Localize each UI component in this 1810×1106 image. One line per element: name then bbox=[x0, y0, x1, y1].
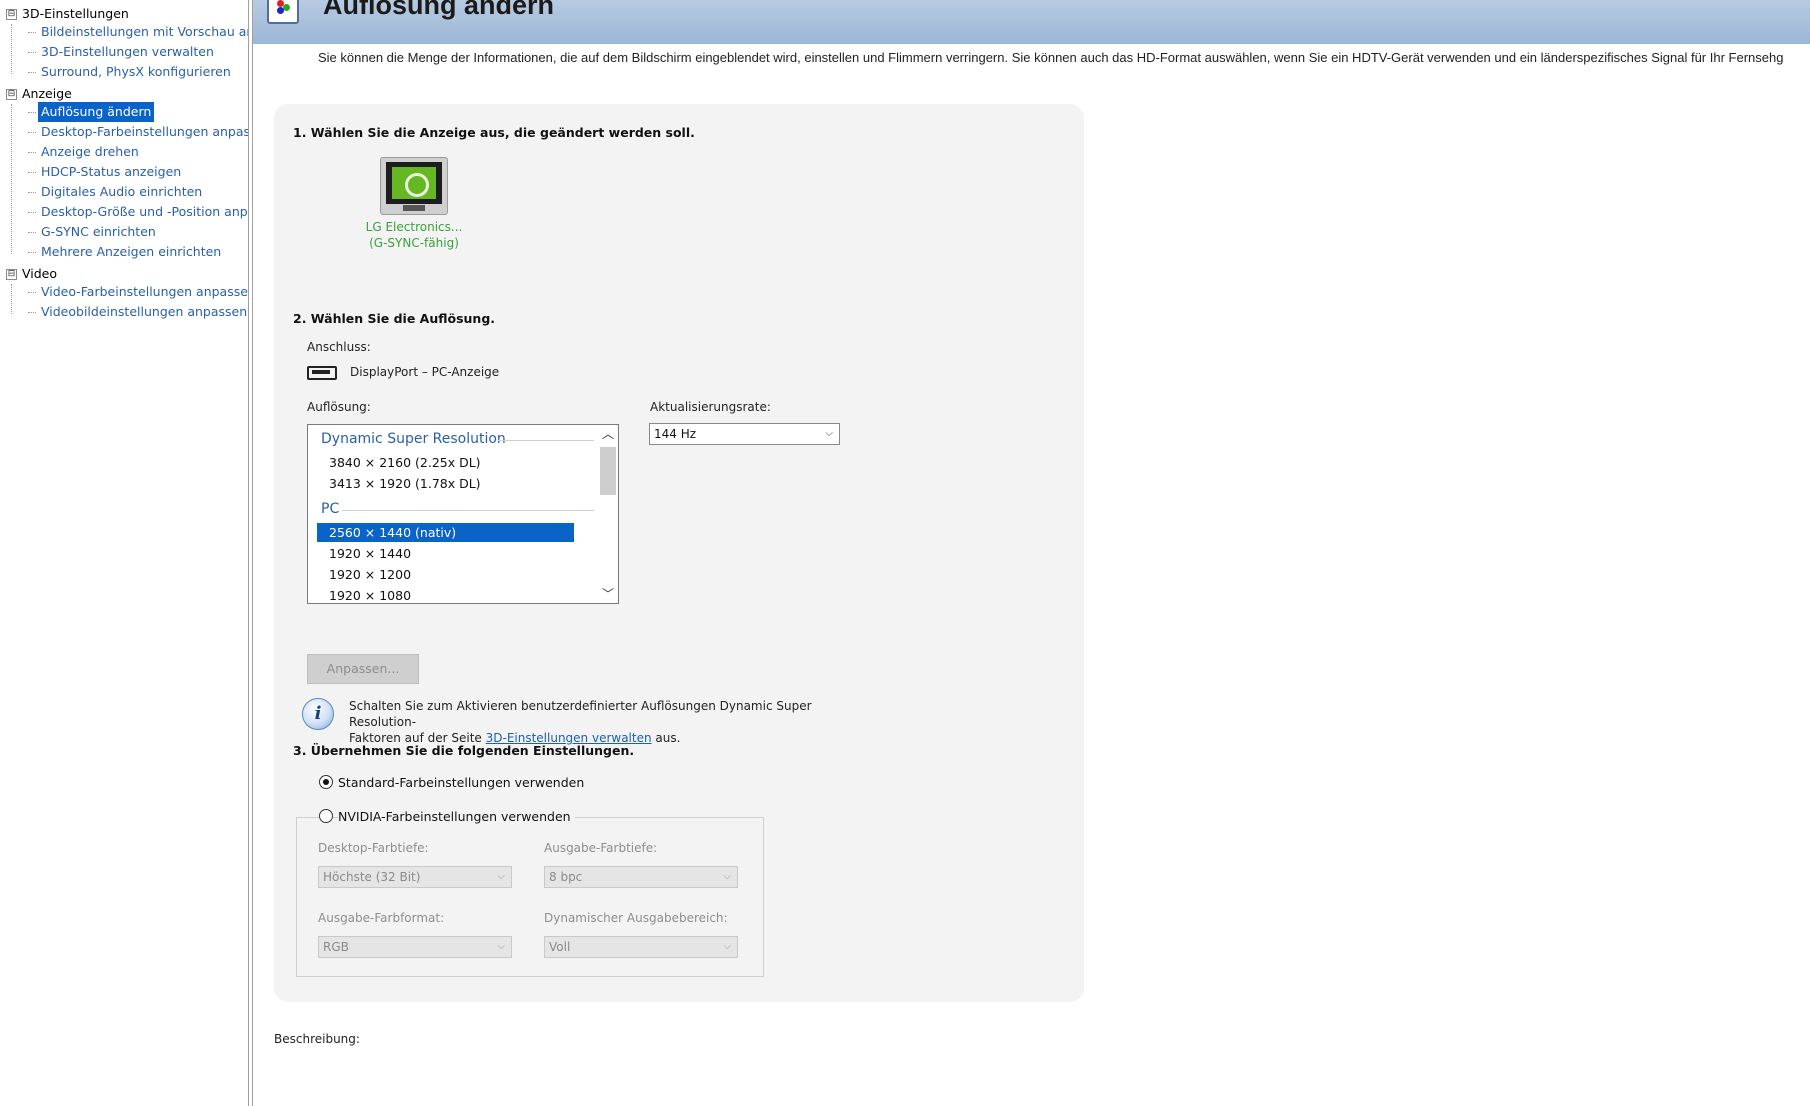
chevron-down-icon[interactable]: ﹀ bbox=[602, 588, 614, 600]
resolution-group-dsr: Dynamic Super Resolution bbox=[321, 431, 506, 447]
dynamic-range-label: Dynamischer Ausgabebereich: bbox=[544, 911, 728, 925]
dynamic-range-dropdown: Voll ⌵ bbox=[544, 936, 738, 958]
chevron-down-icon: ⌵ bbox=[723, 941, 731, 952]
display-name[interactable]: LG Electronics... bbox=[344, 220, 484, 234]
info-icon: i bbox=[302, 698, 334, 730]
refresh-rate-dropdown[interactable]: 144 Hz ⌵ bbox=[649, 423, 840, 445]
description-label: Beschreibung: bbox=[274, 1032, 360, 1046]
default-color-radio[interactable] bbox=[319, 775, 333, 789]
info-message: Schalten Sie zum Aktivieren benutzerdefi… bbox=[349, 698, 869, 746]
desktop-color-depth-dropdown: Höchste (32 Bit) ⌵ bbox=[318, 866, 512, 888]
chevron-up-icon[interactable]: ︿ bbox=[602, 428, 614, 440]
scrollbar-thumb[interactable] bbox=[600, 447, 616, 495]
tree-group-label: Video bbox=[22, 266, 58, 281]
page-header: Auflösung ändern bbox=[253, 0, 1810, 44]
display-monitor-icon[interactable] bbox=[380, 157, 448, 215]
resolution-group-pc: PC bbox=[321, 501, 340, 517]
group-divider bbox=[498, 440, 594, 441]
resolution-option[interactable]: 1920 × 1080 bbox=[317, 586, 574, 603]
step2-title: 2. Wählen Sie die Auflösung. bbox=[293, 311, 496, 326]
display-gsync-status: (G-SYNC-fähig) bbox=[369, 236, 459, 250]
connection-label: Anschluss: bbox=[307, 340, 371, 354]
output-color-format-label: Ausgabe-Farbformat: bbox=[318, 911, 445, 925]
tree-group-label: Anzeige bbox=[22, 86, 72, 101]
resolution-scrollbar[interactable]: ︿ ﹀ bbox=[598, 425, 618, 603]
info-text-end: aus. bbox=[651, 731, 681, 745]
output-color-format-dropdown: RGB ⌵ bbox=[318, 936, 512, 958]
dynamic-range-value: Voll bbox=[549, 940, 571, 954]
customize-button: Anpassen... bbox=[307, 654, 419, 684]
step1-title: 1. Wählen Sie die Anzeige aus, die geänd… bbox=[293, 125, 695, 140]
nvidia-color-radio[interactable] bbox=[319, 809, 333, 823]
output-color-depth-label: Ausgabe-Farbtiefe: bbox=[544, 841, 658, 855]
tree-connector bbox=[11, 284, 12, 314]
output-color-format-value: RGB bbox=[323, 940, 349, 954]
resolution-label: Auflösung: bbox=[307, 400, 371, 414]
output-color-depth-value: 8 bpc bbox=[549, 870, 583, 884]
collapse-icon[interactable]: ⊟ bbox=[6, 89, 17, 100]
resolution-option-selected[interactable]: 2560 × 1440 (nativ) bbox=[317, 523, 574, 542]
navigation-tree: ⊟ 3D-Einstellungen Bildeinstellungen mit… bbox=[0, 0, 249, 1106]
page-description: Sie können die Menge der Informationen, … bbox=[318, 50, 1784, 65]
nvidia-color-label[interactable]: NVIDIA-Farbeinstellungen verwenden bbox=[338, 809, 575, 824]
resolution-option[interactable]: 1920 × 1440 bbox=[317, 544, 574, 563]
tree-connector bbox=[11, 104, 12, 254]
displayport-icon bbox=[307, 366, 337, 380]
tree-group-label: 3D-Einstellungen bbox=[22, 6, 129, 21]
page-title: Auflösung ändern bbox=[323, 0, 554, 20]
info-text-line1: Schalten Sie zum Aktivieren benutzerdefi… bbox=[349, 699, 812, 729]
refresh-rate-value: 144 Hz bbox=[654, 427, 697, 441]
resolution-listbox[interactable]: Dynamic Super Resolution 3840 × 2160 (2.… bbox=[307, 424, 619, 604]
splitter[interactable] bbox=[252, 0, 253, 1106]
resolution-option[interactable]: 3840 × 2160 (2.25x DL) bbox=[317, 453, 574, 472]
resolution-option[interactable]: 3413 × 1920 (1.78x DL) bbox=[317, 474, 574, 493]
desktop-color-depth-value: Höchste (32 Bit) bbox=[323, 870, 421, 884]
desktop-color-depth-label: Desktop-Farbtiefe: bbox=[318, 841, 429, 855]
tree-connector bbox=[11, 24, 12, 74]
output-color-depth-dropdown: 8 bpc ⌵ bbox=[544, 866, 738, 888]
chevron-down-icon: ⌵ bbox=[825, 428, 833, 439]
collapse-icon[interactable]: ⊟ bbox=[6, 9, 17, 20]
resolution-option[interactable]: 1920 × 1200 bbox=[317, 565, 574, 584]
chevron-down-icon: ⌵ bbox=[723, 871, 731, 882]
chevron-down-icon: ⌵ bbox=[497, 941, 505, 952]
step3-title: 3. Übernehmen Sie die folgenden Einstell… bbox=[293, 743, 635, 758]
nvidia-logo-icon bbox=[392, 167, 436, 199]
default-color-label[interactable]: Standard-Farbeinstellungen verwenden bbox=[338, 775, 584, 790]
refresh-rate-label: Aktualisierungsrate: bbox=[650, 400, 771, 414]
connection-value: DisplayPort – PC-Anzeige bbox=[350, 365, 500, 379]
chevron-down-icon: ⌵ bbox=[497, 871, 505, 882]
display-color-icon bbox=[267, 0, 299, 24]
group-divider bbox=[342, 510, 594, 511]
collapse-icon[interactable]: ⊟ bbox=[6, 269, 17, 280]
